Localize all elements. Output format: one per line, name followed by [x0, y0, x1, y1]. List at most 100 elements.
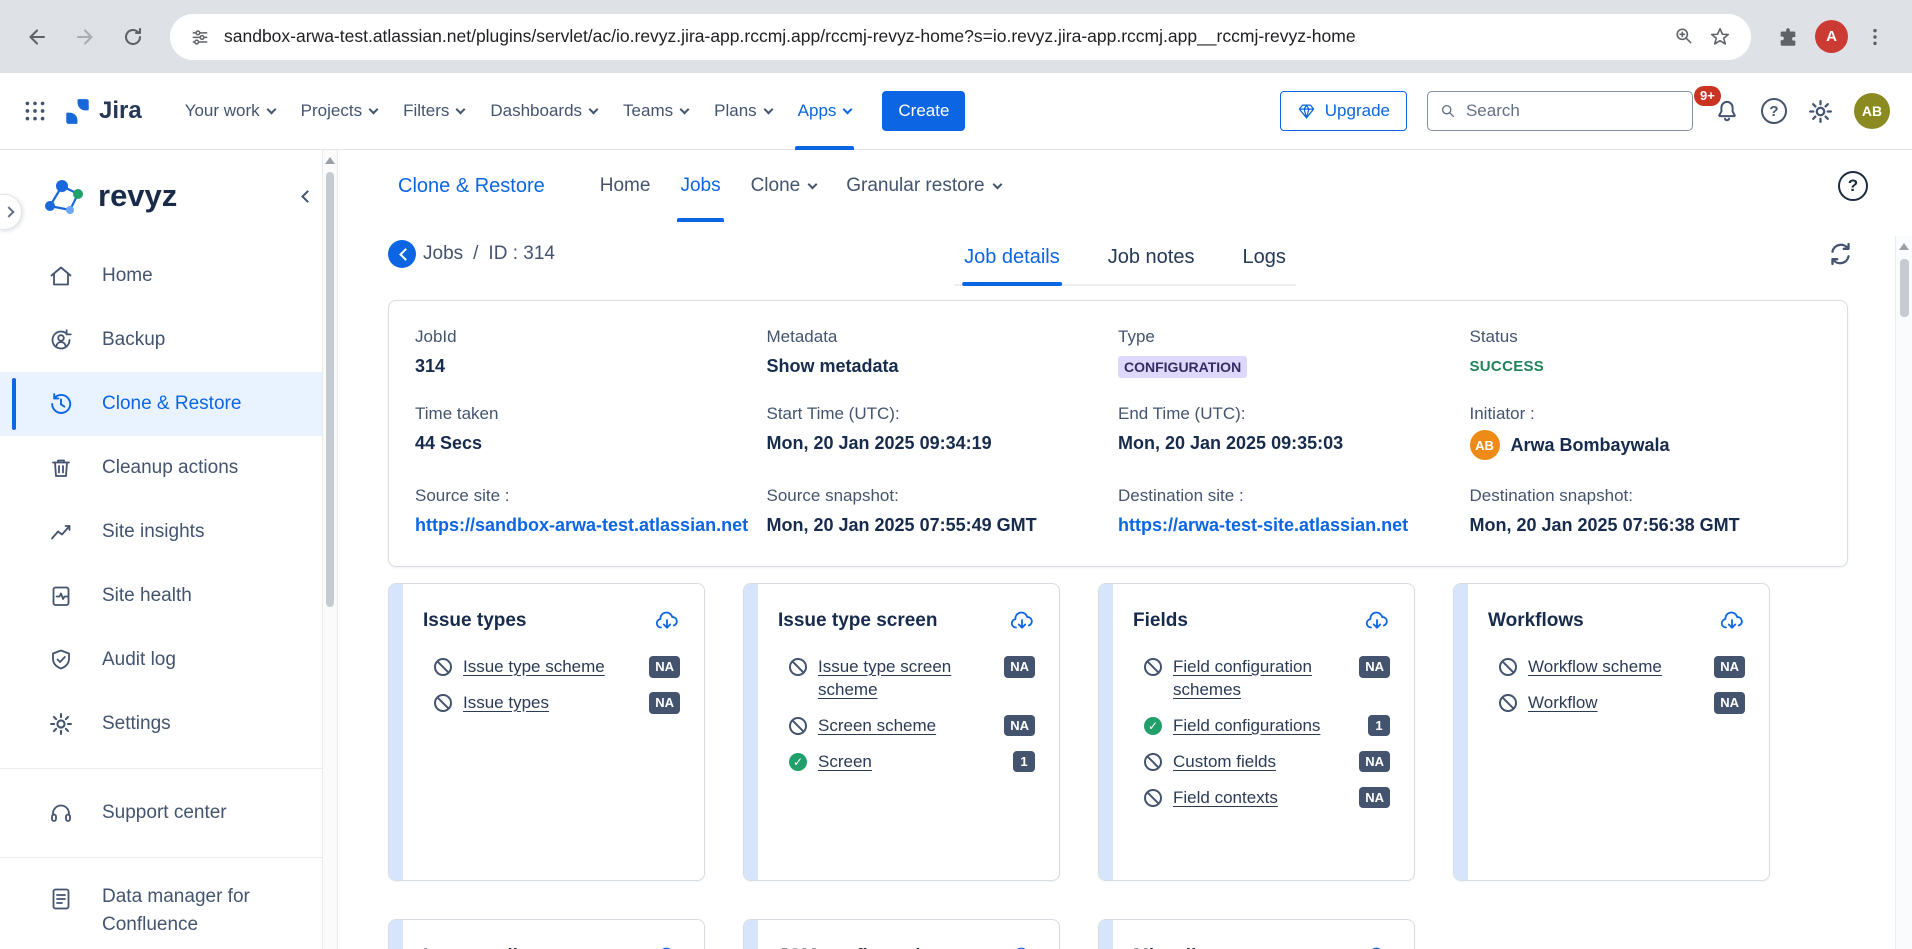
browser-profile-avatar[interactable]: A — [1815, 20, 1848, 53]
browser-forward-icon[interactable] — [64, 16, 106, 58]
app-subnav: Clone & Restore Home Jobs Clone Granular… — [338, 150, 1912, 222]
breadcrumb-current: ID : 314 — [488, 243, 555, 265]
back-button[interactable] — [388, 240, 416, 268]
nav-item-projects[interactable]: Projects — [288, 73, 390, 150]
scrollbar-up-arrow[interactable] — [1899, 243, 1909, 250]
status-icon — [1144, 789, 1162, 807]
subnav-item-home[interactable]: Home — [585, 150, 666, 222]
job-field-destination-site: Destination site : https://arwa-test-sit… — [1118, 486, 1470, 536]
show-metadata-link[interactable]: Show metadata — [767, 356, 1119, 377]
extensions-icon[interactable] — [1767, 16, 1809, 58]
cloud-download-icon[interactable] — [654, 608, 680, 634]
help-icon[interactable] — [1838, 171, 1868, 201]
search-input[interactable] — [1466, 101, 1680, 121]
breadcrumb-jobs-link[interactable]: Jobs — [423, 243, 463, 265]
main-scrollbar-thumb[interactable] — [1900, 259, 1909, 317]
refresh-icon[interactable] — [1825, 239, 1856, 269]
app-switcher-icon[interactable] — [22, 98, 48, 124]
breadcrumb-row: Jobs / ID : 314 Job details Job notes Lo… — [338, 222, 1912, 286]
subnav-item-clone[interactable]: Clone — [736, 150, 832, 222]
sidebar-item-cleanup-actions[interactable]: Cleanup actions — [0, 436, 338, 500]
cloud-download-icon[interactable] — [1719, 608, 1745, 634]
job-field-destination-snapshot: Destination snapshot: Mon, 20 Jan 2025 0… — [1470, 486, 1822, 536]
sidebar-item-settings[interactable]: Settings — [0, 692, 338, 756]
search-icon — [1440, 102, 1457, 121]
nav-item-apps[interactable]: Apps — [785, 73, 865, 150]
count-badge: NA — [1714, 656, 1745, 678]
settings-gear-icon[interactable] — [1807, 98, 1834, 125]
sidebar-item-site-health[interactable]: Site health — [0, 564, 338, 628]
tab-job-details[interactable]: Job details — [962, 232, 1062, 284]
initiator-avatar: AB — [1470, 430, 1500, 460]
zoom-icon[interactable] — [1674, 26, 1695, 47]
tab-job-notes[interactable]: Job notes — [1106, 232, 1197, 284]
cloud-download-icon[interactable] — [654, 944, 680, 949]
site-info-icon[interactable] — [190, 27, 210, 47]
scrollbar-up-arrow[interactable] — [325, 157, 335, 164]
sidebar-item-home[interactable]: Home — [0, 244, 338, 308]
subnav-app-link[interactable]: Clone & Restore — [398, 150, 545, 222]
card-item: Screen scheme NA — [789, 715, 1035, 738]
status-badge: SUCCESS — [1470, 358, 1822, 375]
jira-top-nav: Jira Your work Projects Filters Dashboar… — [0, 73, 1912, 150]
home-icon — [48, 263, 74, 289]
card-item: Issue types NA — [434, 692, 680, 715]
cloud-download-icon[interactable] — [1009, 944, 1035, 949]
destination-site-link[interactable]: https://arwa-test-site.atlassian.net — [1118, 515, 1470, 536]
global-search[interactable] — [1427, 91, 1693, 131]
card-item: Field contexts NA — [1144, 787, 1390, 810]
collapse-sidebar-icon[interactable] — [301, 190, 314, 203]
shield-check-icon — [48, 647, 74, 673]
chevron-down-icon — [680, 104, 690, 114]
chevron-down-icon — [266, 104, 276, 114]
browser-reload-icon[interactable] — [112, 16, 154, 58]
subnav-item-granular-restore[interactable]: Granular restore — [831, 150, 1015, 222]
tab-logs[interactable]: Logs — [1240, 232, 1287, 284]
create-button[interactable]: Create — [882, 91, 965, 131]
nav-item-filters[interactable]: Filters — [390, 73, 477, 150]
source-site-link[interactable]: https://sandbox-arwa-test.atlassian.net — [415, 515, 767, 536]
main-scrollbar — [1895, 236, 1912, 949]
sidebar-item-audit-log[interactable]: Audit log — [0, 628, 338, 692]
address-bar[interactable]: sandbox-arwa-test.atlassian.net/plugins/… — [170, 14, 1751, 60]
sidebar-item-site-insights[interactable]: Site insights — [0, 500, 338, 564]
browser-menu-icon[interactable] — [1854, 16, 1896, 58]
revyz-wordmark: revyz — [98, 178, 177, 214]
card-item: Field configurations 1 — [1144, 715, 1390, 738]
nav-item-dashboards[interactable]: Dashboards — [477, 73, 610, 150]
status-icon — [1144, 753, 1162, 771]
card-item: Workflow scheme NA — [1499, 656, 1745, 679]
sidebar-item-data-manager-confluence[interactable]: Data manager for Confluence — [0, 870, 338, 949]
upgrade-button[interactable]: Upgrade — [1280, 91, 1407, 131]
count-badge: NA — [1359, 656, 1390, 678]
jira-logo[interactable]: Jira — [64, 97, 142, 125]
sidebar-item-clone-restore[interactable]: Clone & Restore — [0, 372, 338, 436]
sidebar-scrollbar-thumb[interactable] — [326, 172, 334, 607]
notifications-button[interactable]: 9+ — [1713, 97, 1741, 125]
revyz-logo: revyz — [0, 150, 338, 232]
job-field-source-site: Source site : https://sandbox-arwa-test.… — [415, 486, 767, 536]
clone-restore-icon — [48, 391, 74, 417]
nav-item-plans[interactable]: Plans — [701, 73, 785, 150]
user-avatar[interactable]: AB — [1854, 93, 1890, 129]
chevron-down-icon — [992, 179, 1002, 189]
sidebar-nav: Home Backup Clone & Restore Cleanup acti… — [0, 244, 338, 949]
status-icon — [789, 753, 807, 771]
subnav-item-jobs[interactable]: Jobs — [665, 150, 735, 222]
bookmark-star-icon[interactable] — [1709, 26, 1731, 48]
help-icon[interactable] — [1761, 98, 1787, 124]
cloud-download-icon[interactable] — [1364, 608, 1390, 634]
sidebar-item-backup[interactable]: Backup — [0, 308, 338, 372]
cloud-download-icon[interactable] — [1009, 608, 1035, 634]
chevron-down-icon — [369, 104, 379, 114]
sidebar-item-support-center[interactable]: Support center — [0, 781, 338, 845]
document-icon — [48, 886, 74, 912]
nav-item-your-work[interactable]: Your work — [172, 73, 288, 150]
status-icon — [1499, 694, 1517, 712]
count-badge: NA — [1359, 751, 1390, 773]
nav-item-teams[interactable]: Teams — [610, 73, 701, 150]
card-item: Issue type scheme NA — [434, 656, 680, 679]
cloud-download-icon[interactable] — [1364, 944, 1390, 949]
browser-back-icon[interactable] — [16, 16, 58, 58]
summary-cards-grid: Issue types Issue type scheme NA Issue t… — [388, 583, 1864, 949]
